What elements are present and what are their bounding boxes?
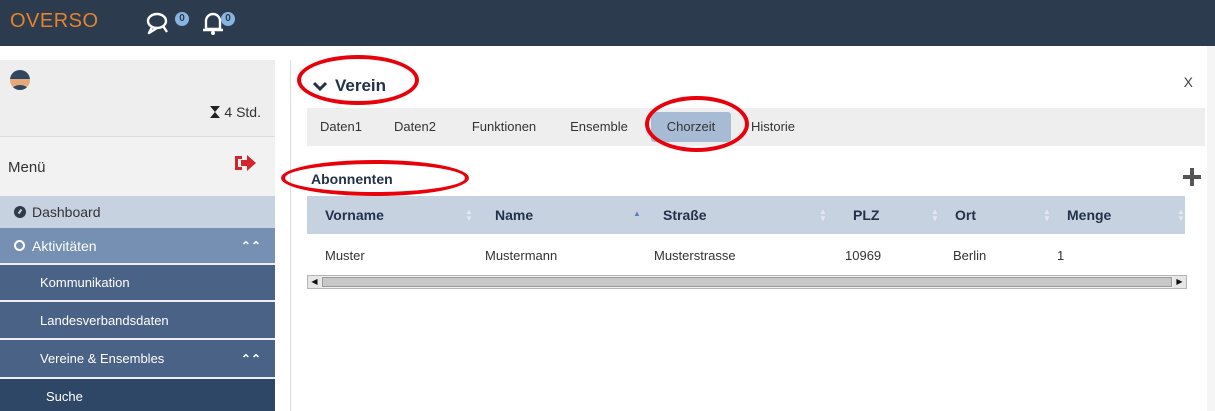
chevron-down-icon[interactable] — [313, 81, 327, 91]
scrollbar-thumb[interactable] — [322, 277, 1172, 287]
cell-strasse: Musterstrasse — [654, 248, 736, 263]
logout-icon[interactable] — [233, 151, 257, 175]
sidebar-item-kommunikation[interactable]: Kommunikation — [0, 265, 275, 300]
add-subscriber-button[interactable] — [1181, 166, 1203, 188]
sidebar: 4 Std. Menü Dashboard Aktivitäten ⌃⌃ Kom… — [0, 60, 275, 411]
menu-label: Menü — [8, 159, 46, 176]
hourglass-icon — [210, 106, 221, 118]
sidebar-item-aktivitaeten[interactable]: Aktivitäten ⌃⌃ — [0, 228, 275, 263]
sidebar-item-dashboard[interactable]: Dashboard — [0, 196, 275, 228]
tab-funktionen[interactable]: Funktionen — [464, 108, 544, 146]
horizontal-scrollbar[interactable]: ◀ ▶ — [307, 275, 1187, 289]
column-header-strasse[interactable]: Straße — [663, 196, 707, 234]
tab-historie[interactable]: Historie — [743, 108, 803, 146]
avatar-icon[interactable] — [10, 70, 30, 90]
notifications-badge: 0 — [221, 12, 235, 26]
sidebar-item-landesverbandsdaten[interactable]: Landesverbandsdaten — [0, 302, 275, 338]
column-header-vorname[interactable]: Vorname — [325, 196, 384, 234]
sort-icon[interactable]: ▲ ▼ — [931, 208, 939, 223]
main-panel: Verein X Daten1 Daten2 Funktionen Ensemb… — [290, 60, 1207, 411]
brand-logo[interactable]: OVERSO — [10, 10, 99, 33]
table-header: Vorname ▲ ▼ Name ▲ Straße ▲ ▼ PLZ ▲ ▼ Ort ▲… — [307, 196, 1185, 234]
tab-chorzeit[interactable]: Chorzeit — [651, 112, 731, 142]
tab-bar: Daten1 Daten2 Funktionen Ensemble Chorze… — [307, 108, 1205, 146]
panel-header[interactable]: Verein — [313, 76, 386, 96]
sidebar-item-label: Dashboard — [32, 204, 101, 220]
sidebar-item-suche[interactable]: Suche — [0, 379, 275, 411]
sidebar-item-label: Landesverbandsdaten — [40, 312, 169, 328]
session-hours: 4 Std. — [224, 104, 261, 120]
column-header-name[interactable]: Name — [495, 196, 533, 234]
sidebar-item-label: Aktivitäten — [32, 237, 97, 254]
panel-title: Verein — [335, 76, 387, 95]
chevron-up-icon[interactable]: ⌃⌃ — [241, 239, 261, 253]
sort-icon[interactable]: ▲ ▼ — [819, 208, 827, 223]
page-edge — [1207, 46, 1215, 411]
table-row[interactable]: Muster Mustermann Musterstrasse 10969 Be… — [307, 238, 1185, 274]
cell-menge: 1 — [1057, 248, 1065, 263]
close-button[interactable]: X — [1184, 74, 1193, 90]
sort-icon[interactable]: ▲ ▼ — [1177, 208, 1185, 223]
cell-ort: Berlin — [953, 248, 987, 263]
sidebar-item-label: Vereine & Ensembles — [40, 351, 165, 366]
circle-icon — [14, 240, 25, 251]
section-title: Abonnenten — [311, 171, 393, 187]
column-header-plz[interactable]: PLZ — [853, 196, 879, 234]
scroll-left-icon[interactable]: ◀ — [308, 276, 321, 288]
messages-badge: 0 — [175, 12, 189, 26]
cell-plz: 10969 — [845, 248, 882, 263]
session-timer: 4 Std. — [209, 104, 261, 120]
column-header-menge[interactable]: Menge — [1067, 196, 1111, 234]
sidebar-item-vereine-ensembles[interactable]: Vereine & Ensembles ⌃⌃ — [0, 340, 275, 377]
sort-icon[interactable]: ▲ ▼ — [465, 208, 473, 223]
dashboard-icon — [14, 206, 26, 218]
sort-ascending-icon[interactable]: ▲ — [633, 210, 641, 218]
cell-name: Mustermann — [485, 248, 558, 263]
column-header-ort[interactable]: Ort — [955, 196, 976, 234]
sort-icon[interactable]: ▲ ▼ — [1043, 208, 1051, 223]
tab-daten2[interactable]: Daten2 — [389, 108, 441, 146]
top-bar: OVERSO 0 0 — [0, 0, 1215, 46]
menu-header: Menü — [0, 136, 275, 196]
cell-vorname: Muster — [325, 248, 365, 263]
sidebar-item-label: Suche — [46, 389, 83, 404]
tab-daten1[interactable]: Daten1 — [315, 108, 367, 146]
chevron-up-icon[interactable]: ⌃⌃ — [241, 352, 261, 366]
scroll-right-icon[interactable]: ▶ — [1173, 276, 1186, 288]
sidebar-item-label: Kommunikation — [40, 275, 130, 290]
tab-ensemble[interactable]: Ensemble — [565, 108, 633, 146]
chat-icon[interactable] — [143, 8, 173, 38]
